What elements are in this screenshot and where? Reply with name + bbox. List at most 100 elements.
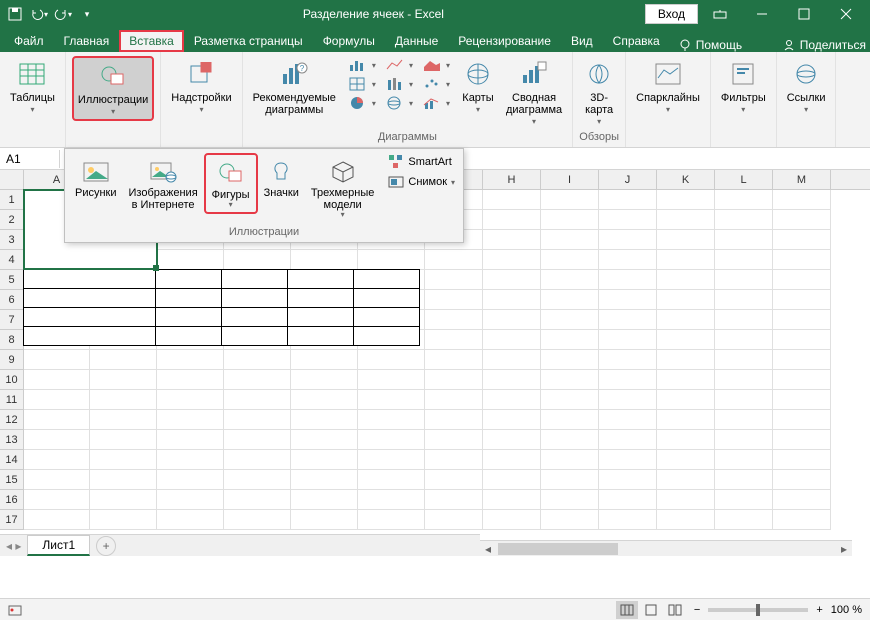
view-pagebreak-icon[interactable] xyxy=(664,601,686,619)
view-pagelayout-icon[interactable] xyxy=(640,601,662,619)
chart-bar-button[interactable]: ▾ xyxy=(344,56,380,74)
icons-button[interactable]: Значки xyxy=(258,153,305,201)
lightbulb-icon xyxy=(678,38,692,52)
sheet-nav[interactable]: ◂ ▸ xyxy=(0,539,27,553)
illustrations-button[interactable]: Иллюстрации▾ xyxy=(72,56,154,121)
close-icon[interactable] xyxy=(826,0,866,28)
login-button[interactable]: Вход xyxy=(645,4,698,24)
row-header[interactable]: 6 xyxy=(0,290,23,310)
horizontal-scrollbar[interactable]: ◂ ▸ xyxy=(480,540,852,556)
tab-insert[interactable]: Вставка xyxy=(119,30,184,52)
shapes-button[interactable]: Фигуры▾ xyxy=(204,153,258,214)
col-header[interactable]: H xyxy=(483,170,541,189)
filters-button[interactable]: Фильтры▾ xyxy=(717,56,770,117)
icons-icon xyxy=(265,155,297,187)
row-header[interactable]: 12 xyxy=(0,410,23,430)
row-header[interactable]: 7 xyxy=(0,310,23,330)
tab-formulas[interactable]: Формулы xyxy=(313,30,385,52)
col-header[interactable]: J xyxy=(599,170,657,189)
row-header[interactable]: 13 xyxy=(0,430,23,450)
share-button[interactable]: Поделиться xyxy=(782,38,866,52)
link-icon xyxy=(790,58,822,90)
fill-handle[interactable] xyxy=(153,265,159,271)
chart-hier-button[interactable]: ▾ xyxy=(344,75,380,93)
row-header[interactable]: 2 xyxy=(0,210,23,230)
illus-group-label: Иллюстрации xyxy=(69,226,459,238)
add-sheet-button[interactable]: + xyxy=(96,536,116,556)
save-icon[interactable] xyxy=(4,3,26,25)
row-header[interactable]: 9 xyxy=(0,350,23,370)
sparklines-button[interactable]: Спарклайны▾ xyxy=(632,56,704,117)
row-header[interactable]: 16 xyxy=(0,490,23,510)
online-picture-icon xyxy=(147,155,179,187)
zoom-out-button[interactable]: − xyxy=(694,604,700,616)
zoom-in-button[interactable]: + xyxy=(816,604,822,616)
pivot-chart-button[interactable]: Сводная диаграмма▾ xyxy=(502,56,566,129)
scroll-right-icon[interactable]: ▸ xyxy=(836,541,852,557)
row-headers[interactable]: 1234567891011121314151617 xyxy=(0,190,24,530)
3dmodels-button[interactable]: Трехмерные модели▾ xyxy=(305,153,381,222)
screenshot-button[interactable]: Снимок▾ xyxy=(384,173,459,191)
row-header[interactable]: 1 xyxy=(0,190,23,210)
name-box[interactable]: A1 xyxy=(0,150,60,168)
col-header[interactable]: M xyxy=(773,170,831,189)
chart-area-button[interactable]: ▾ xyxy=(418,56,454,74)
addins-button[interactable]: Надстройки▾ xyxy=(167,56,235,117)
undo-icon[interactable]: ▾ xyxy=(28,3,50,25)
smartart-button[interactable]: SmartArt xyxy=(384,153,459,171)
tab-review[interactable]: Рецензирование xyxy=(448,30,561,52)
row-header[interactable]: 17 xyxy=(0,510,23,530)
status-bar: − + 100 % xyxy=(0,598,870,620)
row-header[interactable]: 5 xyxy=(0,270,23,290)
row-header[interactable]: 15 xyxy=(0,470,23,490)
ribbon: Таблицы▾ Иллюстрации▾ Надстройки▾ ? Реко… xyxy=(0,52,870,148)
chart-scatter-button[interactable]: ▾ xyxy=(418,75,454,93)
view-normal-icon[interactable] xyxy=(616,601,638,619)
col-header[interactable]: I xyxy=(541,170,599,189)
chart-line-button[interactable]: ▾ xyxy=(381,56,417,74)
tab-data[interactable]: Данные xyxy=(385,30,448,52)
redo-icon[interactable]: ▾ xyxy=(52,3,74,25)
tab-file[interactable]: Файл xyxy=(4,30,54,52)
sheet-tab[interactable]: Лист1 xyxy=(27,535,90,556)
tables-button[interactable]: Таблицы▾ xyxy=(6,56,59,117)
zoom-level[interactable]: 100 % xyxy=(831,604,862,616)
row-header[interactable]: 10 xyxy=(0,370,23,390)
chart-pie-button[interactable]: ▾ xyxy=(344,94,380,112)
tab-home[interactable]: Главная xyxy=(54,30,120,52)
online-pictures-button[interactable]: Изображения в Интернете xyxy=(123,153,204,213)
qa-customize-icon[interactable]: ▾ xyxy=(76,3,98,25)
chart-combo-button[interactable]: ▾ xyxy=(418,94,454,112)
ribbon-options-icon[interactable] xyxy=(700,0,740,28)
col-header[interactable]: L xyxy=(715,170,773,189)
illustrations-panel: Рисунки Изображения в Интернете Фигуры▾ … xyxy=(64,148,464,243)
tell-me[interactable]: Помощь xyxy=(678,38,742,52)
share-icon xyxy=(782,38,796,52)
scroll-left-icon[interactable]: ◂ xyxy=(480,541,496,557)
row-header[interactable]: 14 xyxy=(0,450,23,470)
row-header[interactable]: 3 xyxy=(0,230,23,250)
links-button[interactable]: Ссылки▾ xyxy=(783,56,830,117)
row-header[interactable]: 4 xyxy=(0,250,23,270)
chart-stat-button[interactable]: ▾ xyxy=(381,75,417,93)
select-all-corner[interactable] xyxy=(0,170,24,190)
chart-surface-button[interactable]: ▾ xyxy=(381,94,417,112)
recommended-charts-button[interactable]: ? Рекомендуемые диаграммы xyxy=(249,56,340,118)
tab-pagelayout[interactable]: Разметка страницы xyxy=(184,30,313,52)
maps-button[interactable]: Карты▾ xyxy=(458,56,498,117)
sheet-tab-bar: ◂ ▸ Лист1 + xyxy=(0,534,480,556)
col-header[interactable]: K xyxy=(657,170,715,189)
svg-text:?: ? xyxy=(300,64,305,73)
menu-tabs: Файл Главная Вставка Разметка страницы Ф… xyxy=(0,28,870,52)
row-header[interactable]: 8 xyxy=(0,330,23,350)
zoom-slider[interactable] xyxy=(708,608,808,612)
scroll-thumb[interactable] xyxy=(498,543,618,555)
3dmap-button[interactable]: 3D- карта▾ xyxy=(579,56,619,129)
record-macro-icon[interactable] xyxy=(8,603,22,617)
tab-view[interactable]: Вид xyxy=(561,30,603,52)
pictures-button[interactable]: Рисунки xyxy=(69,153,123,201)
maximize-icon[interactable] xyxy=(784,0,824,28)
row-header[interactable]: 11 xyxy=(0,390,23,410)
tab-help[interactable]: Справка xyxy=(603,30,670,52)
minimize-icon[interactable] xyxy=(742,0,782,28)
